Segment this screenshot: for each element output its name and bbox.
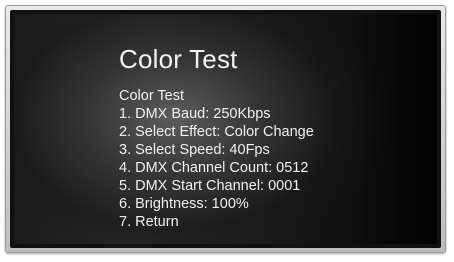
screen-title: Color Test: [119, 44, 238, 74]
menu-item-select-effect[interactable]: 2. Select Effect: Color Change: [119, 123, 314, 141]
menu-item-dmx-channel-count[interactable]: 4. DMX Channel Count: 0512: [119, 159, 314, 177]
display-bezel: Color Test Color Test 1. DMX Baud: 250Kb…: [10, 10, 441, 248]
menu-item-dmx-baud[interactable]: 1. DMX Baud: 250Kbps: [119, 105, 314, 123]
menu-item-return[interactable]: 7. Return: [119, 213, 314, 231]
menu-list: Color Test 1. DMX Baud: 250Kbps 2. Selec…: [119, 87, 314, 231]
menu-item-select-speed[interactable]: 3. Select Speed: 40Fps: [119, 141, 314, 159]
display-frame: Color Test Color Test 1. DMX Baud: 250Kb…: [5, 5, 446, 253]
display-screen: Color Test Color Test 1. DMX Baud: 250Kb…: [14, 14, 437, 244]
menu-heading: Color Test: [119, 88, 185, 104]
menu-item-dmx-start-channel[interactable]: 5. DMX Start Channel: 0001: [119, 177, 314, 195]
menu-item-brightness[interactable]: 6. Brightness: 100%: [119, 195, 314, 213]
